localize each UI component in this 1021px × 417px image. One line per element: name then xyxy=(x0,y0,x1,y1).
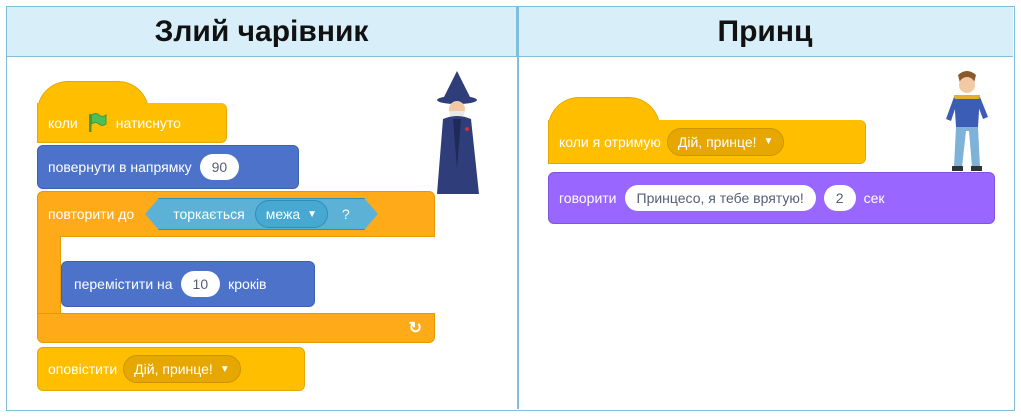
broadcast-label: оповістити xyxy=(48,361,118,377)
point-label: повернути в напрямку xyxy=(48,159,192,175)
repeat-until-label: повторити до xyxy=(48,206,135,222)
when-label: коли xyxy=(48,114,78,131)
dropdown-caret-icon: ▼ xyxy=(219,363,230,375)
when-flag-clicked-block[interactable]: коли натиснуто xyxy=(37,103,227,143)
comparison-table: Злий чарівник Принц коли натиснуто повер… xyxy=(6,6,1015,411)
question-mark: ? xyxy=(342,206,350,222)
clicked-label: натиснуто xyxy=(115,114,181,131)
move-label: перемістити на xyxy=(74,276,173,292)
touching-option: межа xyxy=(265,206,301,222)
repeat-until-arm xyxy=(37,236,61,316)
green-flag-icon xyxy=(86,112,108,134)
when-receive-label: коли я отримую xyxy=(559,133,661,150)
secs-input[interactable]: 2 xyxy=(823,185,856,211)
broadcast-dropdown[interactable]: Дій, принце! ▼ xyxy=(123,355,241,383)
column-divider xyxy=(517,7,519,409)
receive-dropdown[interactable]: Дій, принце! ▼ xyxy=(666,127,785,156)
wizard-sprite-icon xyxy=(427,69,487,199)
direction-input[interactable]: 90 xyxy=(199,154,240,180)
repeat-until-bottom: ↻ xyxy=(37,313,435,343)
touching-label: торкається xyxy=(173,206,245,222)
secs-unit: сек xyxy=(863,190,885,206)
repeat-until-block[interactable]: повторити до торкається межа ▼ ? xyxy=(37,191,435,237)
dropdown-caret-icon: ▼ xyxy=(763,136,774,147)
dropdown-caret-icon: ▼ xyxy=(307,208,318,220)
when-i-receive-block[interactable]: коли я отримую Дій, принце! ▼ xyxy=(548,120,866,164)
move-steps-block[interactable]: перемістити на 10 кроків xyxy=(61,261,315,307)
say-label: говорити xyxy=(559,190,617,206)
broadcast-block[interactable]: оповістити Дій, принце! ▼ xyxy=(37,347,305,391)
header-wizard: Злий чарівник xyxy=(7,7,517,57)
point-in-direction-block[interactable]: повернути в напрямку 90 xyxy=(37,145,299,189)
steps-suffix: кроків xyxy=(228,276,267,292)
touching-block[interactable]: торкається межа ▼ ? xyxy=(145,198,378,230)
touching-dropdown[interactable]: межа ▼ xyxy=(254,200,329,228)
prince-sprite-icon xyxy=(942,69,992,174)
say-for-secs-block[interactable]: говорити Принцесо, я тебе врятую! 2 сек xyxy=(548,172,995,224)
loop-arrow-icon: ↻ xyxy=(408,320,422,337)
steps-input[interactable]: 10 xyxy=(180,271,221,297)
say-text-input[interactable]: Принцесо, я тебе врятую! xyxy=(624,185,816,211)
broadcast-option: Дій, принце! xyxy=(134,361,213,377)
receive-option: Дій, принце! xyxy=(677,133,757,150)
header-prince: Принц xyxy=(517,7,1013,57)
